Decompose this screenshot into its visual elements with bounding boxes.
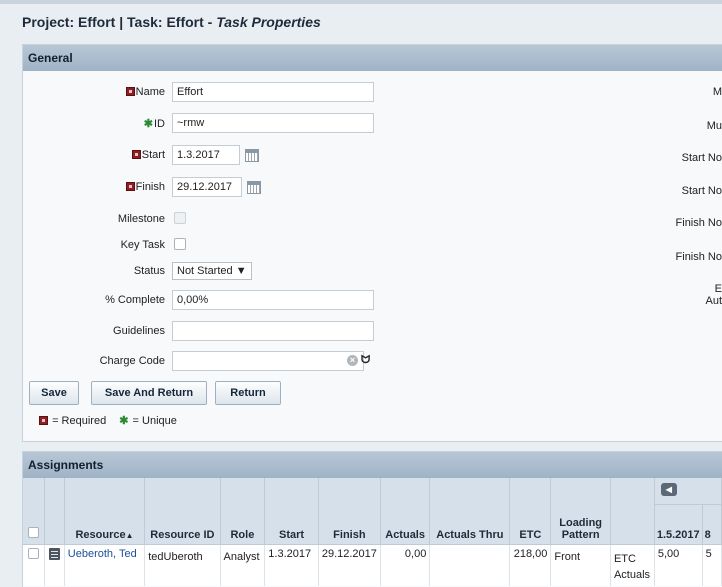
col-actuals-thru[interactable]: Actuals Thru bbox=[429, 478, 511, 545]
id-label: ✱ID bbox=[143, 118, 165, 130]
col-loading-pattern[interactable]: Loading Pattern bbox=[550, 478, 611, 545]
start-row: Start bbox=[23, 145, 722, 165]
select-all-checkbox[interactable] bbox=[28, 526, 39, 538]
required-icon bbox=[125, 87, 135, 96]
charge-code-row: Charge Code × ᗢ bbox=[23, 351, 722, 371]
id-input[interactable] bbox=[172, 113, 374, 133]
right-label-3: Start No bbox=[681, 152, 722, 164]
right-label-8: Aut bbox=[705, 295, 722, 307]
scroll-left-icon[interactable]: ◀ bbox=[660, 482, 677, 496]
select-all-header bbox=[23, 478, 46, 545]
col-start[interactable]: Start bbox=[264, 478, 319, 545]
sort-ascending-icon: ▲ bbox=[125, 530, 134, 540]
notes-header bbox=[44, 478, 65, 545]
milestone-label: Milestone bbox=[117, 213, 165, 225]
charge-code-input[interactable] bbox=[172, 351, 364, 371]
save-and-return-button[interactable]: Save And Return bbox=[91, 381, 207, 405]
row-checkbox[interactable] bbox=[28, 547, 39, 559]
general-header: General bbox=[23, 45, 722, 71]
unique-icon: ✱ bbox=[119, 415, 129, 427]
start-date-input[interactable] bbox=[172, 145, 240, 165]
col-resource[interactable]: Resource▲ bbox=[64, 478, 146, 545]
right-label-5: Finish No bbox=[675, 217, 722, 229]
charge-code-label: Charge Code bbox=[99, 355, 165, 367]
page-title: Project: Effort | Task: Effort - Task Pr… bbox=[22, 14, 321, 30]
general-panel: General Name ✱ID Start Finish Milestone … bbox=[22, 44, 722, 442]
cell-period-2: 5 bbox=[702, 544, 722, 586]
cell-loading-pattern: Front bbox=[550, 544, 611, 586]
status-row: Status Not Started ▼ bbox=[23, 261, 722, 281]
guidelines-row: Guidelines bbox=[23, 321, 722, 341]
assignments-header: Assignments bbox=[23, 452, 722, 478]
col-finish[interactable]: Finish bbox=[318, 478, 381, 545]
right-label-4: Start No bbox=[681, 185, 722, 197]
page-title-suffix: Task Properties bbox=[216, 14, 321, 30]
name-label: Name bbox=[125, 86, 165, 98]
cell-period-1: 5,00 bbox=[654, 544, 703, 586]
col-period-1: 1.5.2017 bbox=[654, 504, 703, 545]
finish-row: Finish bbox=[23, 177, 722, 197]
legend: = Required ✱ = Unique bbox=[39, 414, 177, 427]
guidelines-input[interactable] bbox=[172, 321, 374, 341]
right-label-6: Finish No bbox=[675, 251, 722, 263]
required-icon bbox=[125, 182, 135, 191]
cell-finish: 29.12.2017 bbox=[318, 544, 381, 586]
status-select[interactable]: Not Started ▼ bbox=[172, 262, 252, 280]
cell-resource: Ueberoth, Ted bbox=[64, 544, 146, 586]
assignments-panel: Assignments Resource▲ Resource ID Role S… bbox=[22, 451, 722, 587]
start-label: Start bbox=[131, 149, 165, 161]
finish-date-input[interactable] bbox=[172, 177, 242, 197]
cell-role: Analyst bbox=[220, 544, 266, 586]
milestone-row: Milestone bbox=[23, 209, 722, 229]
cell-etc: 218,00 bbox=[509, 544, 552, 586]
unique-icon: ✱ bbox=[143, 118, 153, 130]
calendar-icon[interactable] bbox=[245, 149, 259, 162]
calendar-icon[interactable] bbox=[247, 181, 261, 194]
cell-actuals: 0,00 bbox=[380, 544, 431, 586]
right-label-7: E bbox=[714, 283, 722, 295]
return-button[interactable]: Return bbox=[215, 381, 281, 405]
key-task-checkbox[interactable] bbox=[174, 238, 186, 250]
cell-resource-id: tedUberoth bbox=[144, 544, 221, 586]
status-label: Status bbox=[133, 265, 165, 277]
name-input[interactable] bbox=[172, 82, 374, 102]
cell-actuals-thru bbox=[429, 544, 511, 586]
col-type bbox=[610, 478, 655, 545]
guidelines-label: Guidelines bbox=[113, 325, 165, 337]
percent-complete-input[interactable] bbox=[172, 290, 374, 310]
milestone-checkbox bbox=[174, 212, 186, 224]
right-label-1: M bbox=[712, 86, 722, 98]
clear-icon[interactable]: × bbox=[347, 355, 358, 366]
row-notes-cell bbox=[44, 544, 65, 586]
finish-label: Finish bbox=[125, 181, 165, 193]
cell-start: 1.3.2017 bbox=[264, 544, 319, 586]
right-label-2: Mu bbox=[706, 120, 722, 132]
resource-link[interactable]: Ueberoth, Ted bbox=[68, 548, 137, 560]
row-checkbox-cell bbox=[23, 544, 46, 586]
col-period-2: 8 bbox=[702, 504, 722, 545]
period-nav-header: ◀ bbox=[654, 478, 722, 505]
required-icon bbox=[131, 150, 141, 159]
col-resource-id[interactable]: Resource ID bbox=[144, 478, 221, 545]
save-button[interactable]: Save bbox=[29, 381, 79, 405]
assignments-table: Resource▲ Resource ID Role Start Finish … bbox=[23, 478, 722, 586]
required-icon bbox=[39, 416, 48, 425]
col-role[interactable]: Role bbox=[220, 478, 266, 545]
notes-icon[interactable] bbox=[48, 547, 60, 560]
table-row: Ueberoth, Ted tedUberoth Analyst 1.3.201… bbox=[23, 544, 722, 586]
page-top-bar bbox=[0, 0, 722, 4]
cell-type: ETC Actuals bbox=[610, 544, 655, 586]
key-task-row: Key Task bbox=[23, 235, 722, 255]
percent-complete-label: % Complete bbox=[105, 294, 165, 306]
name-row: Name bbox=[23, 82, 722, 102]
col-etc[interactable]: ETC bbox=[509, 478, 552, 545]
key-task-label: Key Task bbox=[120, 239, 165, 251]
percent-complete-row: % Complete bbox=[23, 290, 722, 310]
id-row: ✱ID bbox=[23, 113, 722, 133]
browse-binoculars-icon[interactable]: ᗢ bbox=[361, 354, 370, 367]
col-actuals[interactable]: Actuals bbox=[380, 478, 431, 545]
page-title-prefix: Project: Effort | Task: Effort - bbox=[22, 14, 217, 30]
